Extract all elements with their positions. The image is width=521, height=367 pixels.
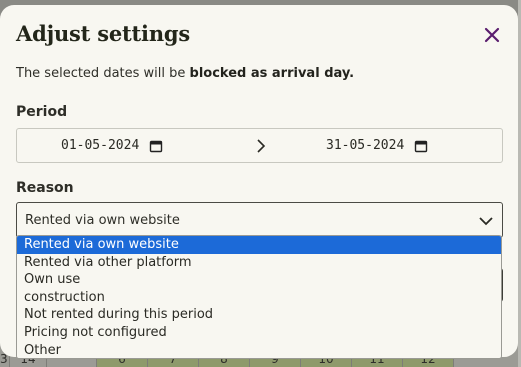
- reason-option[interactable]: Own use: [17, 271, 501, 289]
- start-date-input[interactable]: 01-05-2024: [61, 129, 163, 162]
- start-date-value: 01-05-2024: [61, 138, 140, 153]
- chevron-right-icon: [254, 138, 268, 154]
- reason-option[interactable]: Not rented during this period: [17, 306, 501, 324]
- reason-option[interactable]: Pricing not configured: [17, 324, 501, 342]
- reason-select-value: Rented via own website: [25, 212, 180, 228]
- reason-option[interactable]: Rented via other platform: [17, 254, 501, 272]
- reason-options-list: Rented via own website Rented via other …: [16, 235, 502, 359]
- period-label: Period: [16, 104, 68, 120]
- period-date-range: 01-05-2024 31-05-2024: [16, 128, 503, 163]
- reason-option[interactable]: construction: [17, 289, 501, 307]
- end-date-input[interactable]: 31-05-2024: [326, 129, 428, 162]
- dialog-title: Adjust settings: [16, 21, 191, 46]
- close-button[interactable]: [480, 23, 504, 47]
- end-date-value: 31-05-2024: [326, 138, 405, 153]
- dialog-description: The selected dates will be blocked as ar…: [16, 66, 354, 81]
- reason-option[interactable]: Rented via own website: [17, 236, 501, 254]
- close-icon: [484, 27, 500, 43]
- reason-select[interactable]: Rented via own website: [16, 202, 503, 238]
- calendar-icon[interactable]: [414, 139, 428, 153]
- calendar-icon[interactable]: [149, 139, 163, 153]
- description-emphasis: blocked as arrival day.: [189, 66, 355, 81]
- chevron-down-icon: [478, 213, 494, 229]
- description-text: The selected dates will be: [16, 66, 190, 81]
- reason-label: Reason: [16, 180, 74, 196]
- reason-option[interactable]: Other: [17, 342, 501, 358]
